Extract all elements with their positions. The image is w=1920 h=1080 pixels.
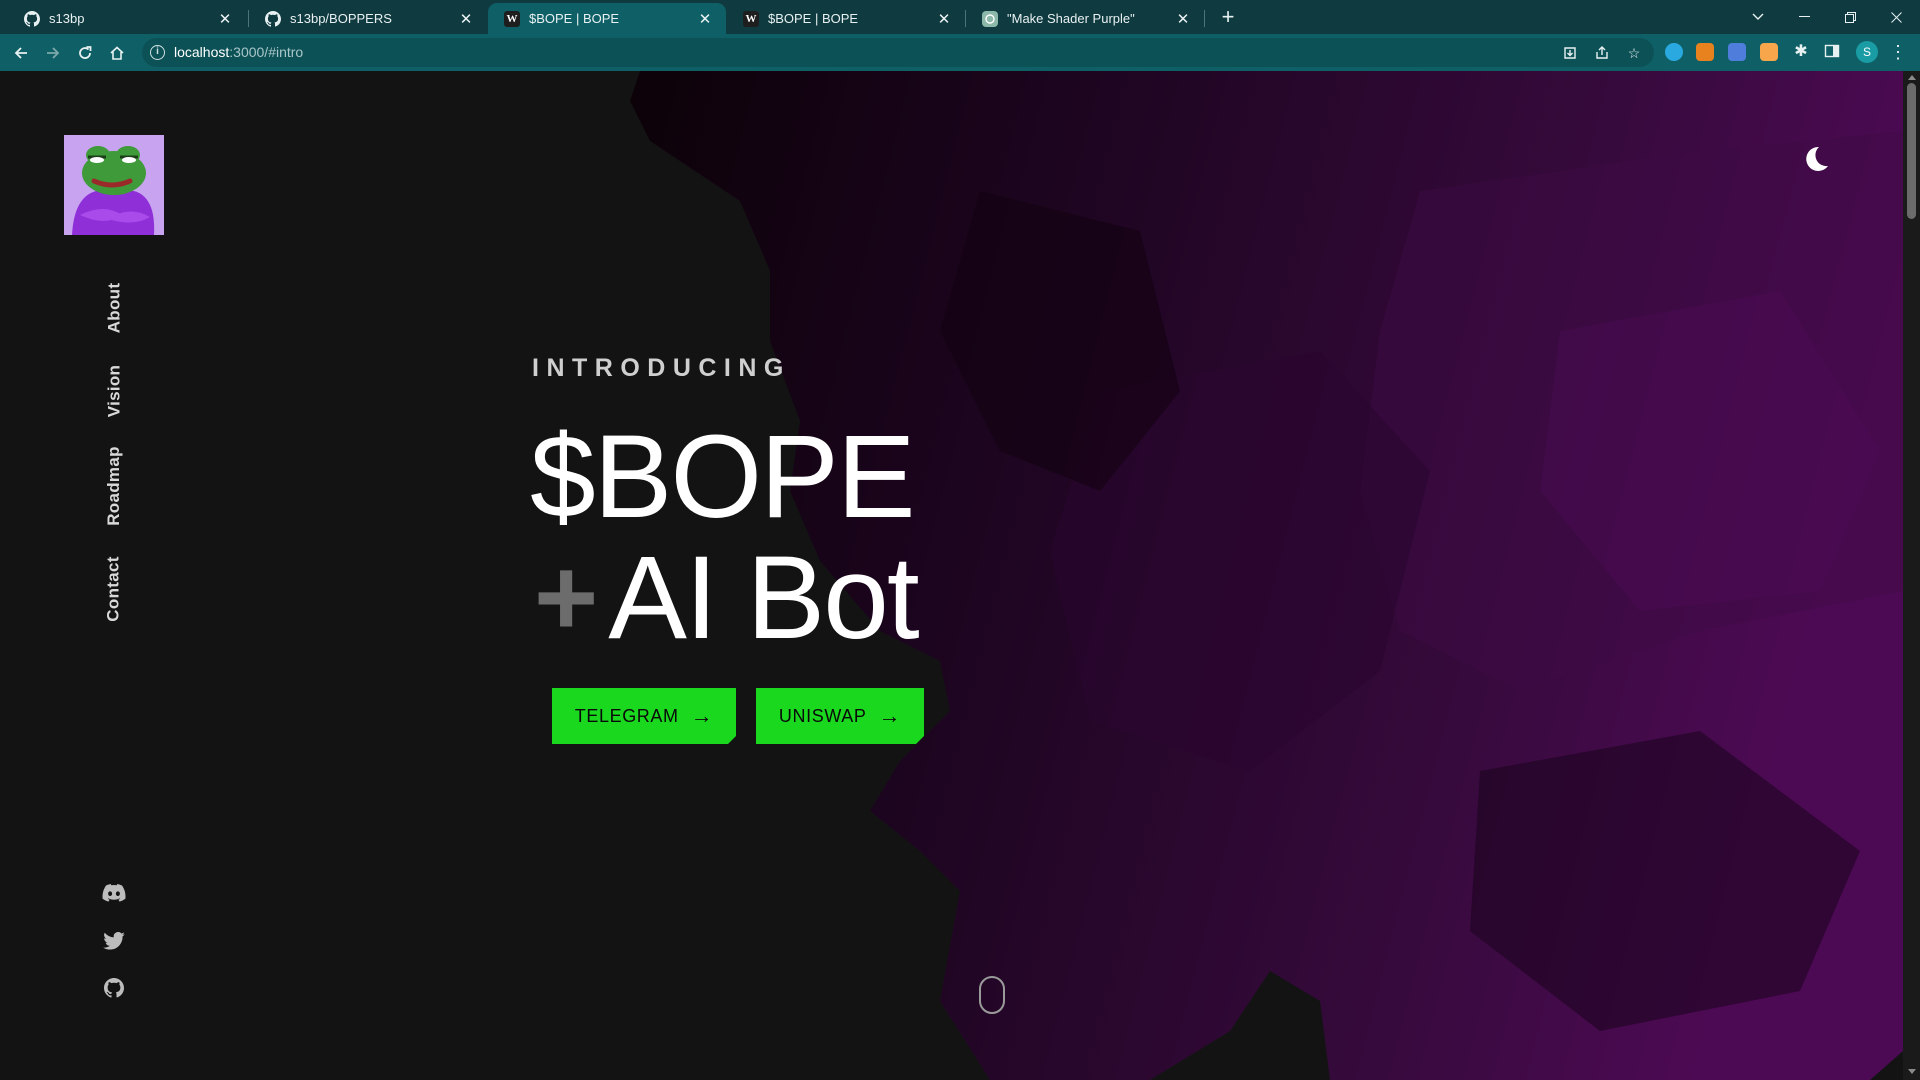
browser-menu-icon[interactable]: ⋮: [1888, 40, 1908, 64]
bookmark-star-icon[interactable]: ☆: [1624, 43, 1644, 63]
extensions-puzzle-icon[interactable]: ✱: [1792, 43, 1810, 61]
site-info-icon[interactable]: i: [150, 45, 165, 60]
scroll-down-indicator[interactable]: [979, 976, 1005, 1014]
tab-bope[interactable]: W $BOPE | BOPE ✕: [727, 3, 965, 34]
hero-subtitle-text: AI Bot: [608, 532, 919, 664]
tab-close-icon[interactable]: ✕: [935, 10, 953, 28]
pepe-logo[interactable]: [64, 135, 164, 235]
tab-search-chevron-icon[interactable]: [1735, 0, 1781, 34]
chatgpt-icon: [982, 10, 998, 27]
install-app-icon[interactable]: [1560, 43, 1580, 63]
nav-about-label: About: [104, 282, 123, 334]
home-button[interactable]: [104, 40, 130, 66]
hero-subtitle: + AI Bot: [534, 532, 920, 664]
moon-icon[interactable]: [1800, 143, 1832, 175]
url-text: localhost:3000/#intro: [174, 44, 303, 60]
hero-eyebrow: INTRODUCING: [532, 354, 791, 382]
tab-separator: [1204, 10, 1205, 27]
tab-make-shader-purple[interactable]: "Make Shader Purple" ✕: [966, 3, 1204, 34]
nav-contact[interactable]: Contact: [96, 545, 132, 633]
scroll-up-arrow-icon[interactable]: [1908, 75, 1916, 80]
purple-shader-background: [630, 71, 1903, 1080]
arrow-right-icon: →: [690, 703, 714, 728]
side-panel-icon[interactable]: [1824, 43, 1842, 61]
page-scrollbar[interactable]: [1903, 71, 1920, 1080]
profile-avatar[interactable]: S: [1856, 41, 1878, 63]
arrow-right-icon: →: [878, 703, 902, 728]
tab-close-icon[interactable]: ✕: [457, 10, 475, 28]
new-tab-button[interactable]: +: [1215, 5, 1241, 31]
tab-boppers-repo[interactable]: s13bp/BOPPERS ✕: [249, 3, 487, 34]
browser-toolbar: i localhost:3000/#intro ☆ ✱ S ⋮: [0, 34, 1920, 71]
nav-about[interactable]: About: [96, 275, 132, 341]
tab-title: s13bp/BOPPERS: [290, 11, 392, 26]
tab-bope-active[interactable]: W $BOPE | BOPE ✕: [488, 3, 726, 34]
close-window-button[interactable]: [1873, 0, 1919, 34]
scrollbar-thumb[interactable]: [1907, 83, 1916, 219]
tab-title: $BOPE | BOPE: [529, 11, 620, 26]
telegram-button-label: TELEGRAM: [574, 705, 679, 726]
uniswap-button[interactable]: UNISWAP →: [756, 688, 924, 744]
github-icon: [265, 10, 281, 27]
reload-button[interactable]: [72, 40, 98, 66]
nav-vision-label: Vision: [104, 364, 124, 418]
tab-close-icon[interactable]: ✕: [216, 10, 234, 28]
back-button[interactable]: [8, 40, 34, 66]
plus-sign: +: [534, 536, 599, 659]
w-logo-icon: W: [504, 10, 520, 27]
github-icon: [24, 10, 40, 27]
tab-title: $BOPE | BOPE: [768, 11, 859, 26]
minimize-button[interactable]: [1781, 0, 1827, 34]
hero-title: $BOPE: [530, 411, 916, 543]
discord-icon[interactable]: [100, 879, 128, 907]
page-viewport: About Vision Roadmap Contact INTRODUCING…: [0, 71, 1903, 1080]
telegram-button[interactable]: TELEGRAM →: [552, 688, 736, 744]
metamask-fox-icon[interactable]: [1696, 43, 1714, 61]
restore-button[interactable]: [1827, 0, 1873, 34]
nav-roadmap-label: Roadmap: [104, 446, 123, 526]
tab-strip: s13bp ✕ s13bp/BOPPERS ✕ W $BOPE | BOPE ✕…: [0, 0, 1920, 34]
share-icon[interactable]: [1592, 43, 1612, 63]
nav-contact-label: Contact: [104, 556, 124, 622]
scroll-down-arrow-icon[interactable]: [1908, 1069, 1916, 1074]
github-icon[interactable]: [100, 974, 128, 1002]
url-path: :3000/#intro: [229, 44, 304, 60]
extension-docs-icon[interactable]: [1728, 43, 1746, 61]
tab-close-icon[interactable]: ✕: [1174, 10, 1192, 28]
tab-title: s13bp: [49, 11, 85, 26]
url-host: localhost: [174, 44, 230, 60]
address-bar[interactable]: i localhost:3000/#intro ☆: [142, 38, 1654, 67]
uniswap-button-label: UNISWAP: [778, 705, 867, 726]
w-logo-icon: W: [743, 10, 759, 27]
nav-roadmap[interactable]: Roadmap: [96, 439, 132, 533]
extension-chat-icon[interactable]: [1665, 43, 1683, 61]
extension-orange-icon[interactable]: [1760, 43, 1778, 61]
twitter-icon[interactable]: [100, 927, 128, 955]
tab-title: "Make Shader Purple": [1007, 11, 1135, 26]
forward-button[interactable]: [40, 40, 66, 66]
tab-close-icon[interactable]: ✕: [696, 10, 714, 28]
tab-s13bp[interactable]: s13bp ✕: [8, 3, 246, 34]
nav-vision[interactable]: Vision: [96, 355, 132, 427]
